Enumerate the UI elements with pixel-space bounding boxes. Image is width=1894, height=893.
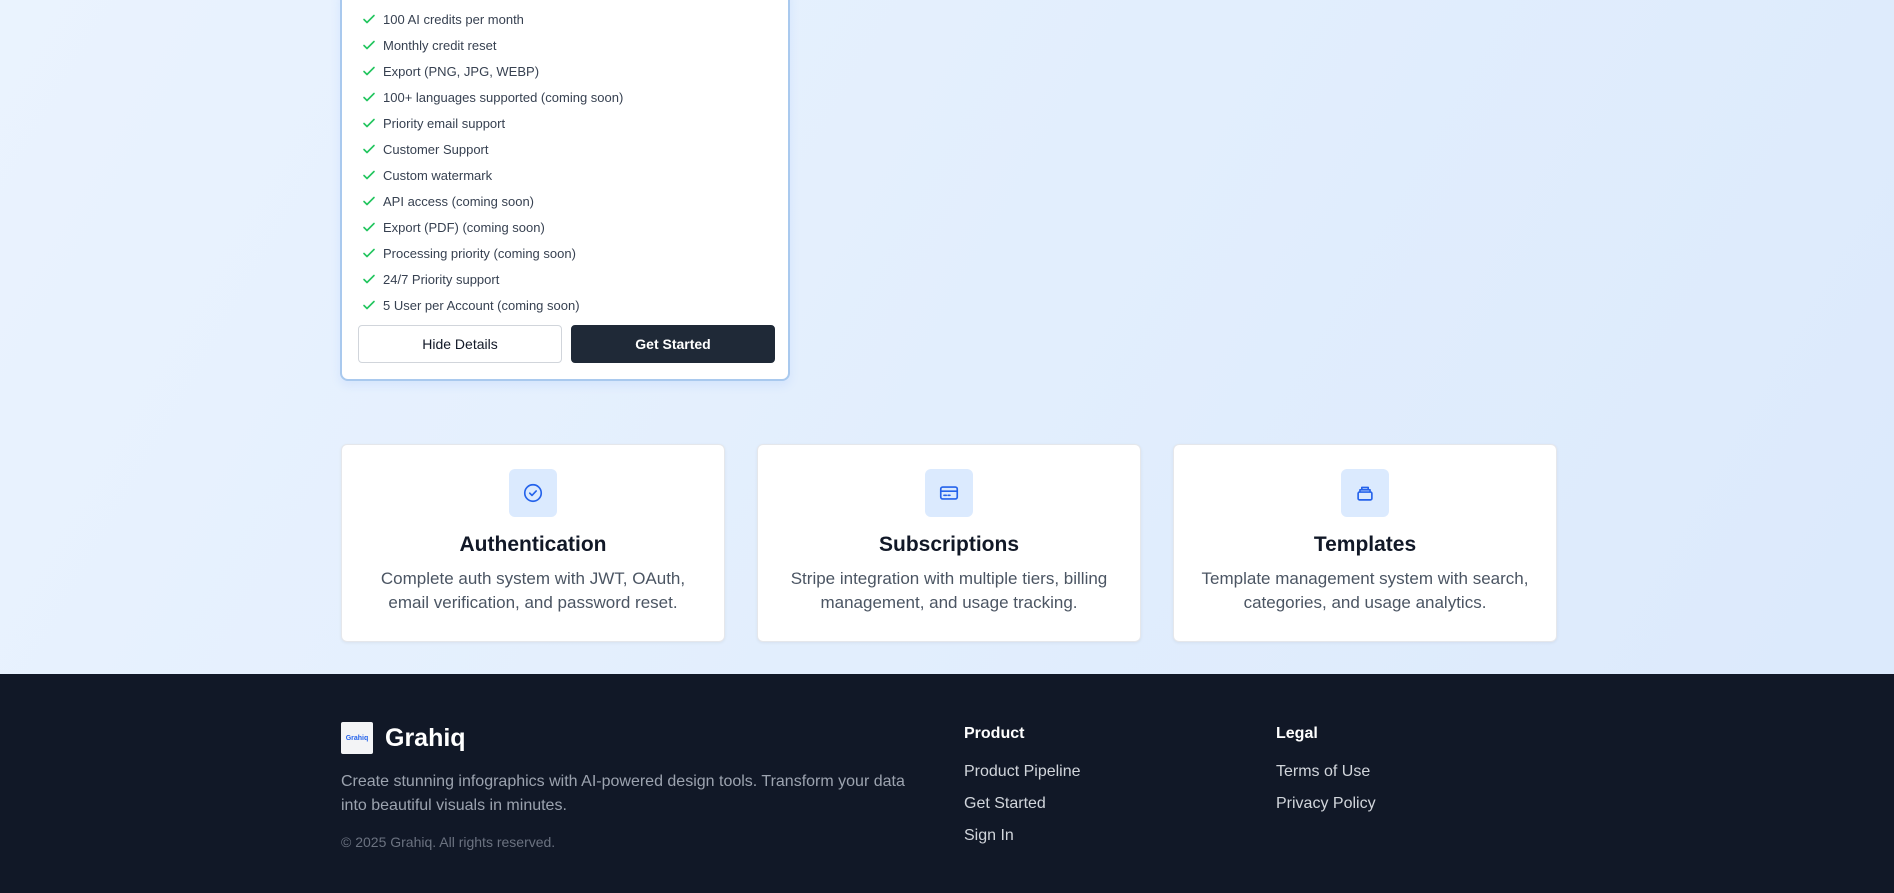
feature-text: Processing priority (coming soon) bbox=[383, 245, 576, 261]
footer-link-privacy-policy[interactable]: Privacy Policy bbox=[1276, 793, 1376, 825]
brand-description: Create stunning infographics with AI-pow… bbox=[341, 773, 905, 814]
feature-card-subscriptions: Subscriptions Stripe integration with mu… bbox=[757, 444, 1141, 642]
feature-item: 100 AI credits per month bbox=[361, 6, 623, 32]
check-icon bbox=[361, 63, 377, 79]
feature-text: 100 AI credits per month bbox=[383, 11, 524, 27]
check-icon bbox=[361, 245, 377, 261]
check-icon bbox=[361, 167, 377, 183]
feature-item: Export (PDF) (coming soon) bbox=[361, 214, 623, 240]
pricing-actions: Hide Details Get Started bbox=[358, 325, 775, 363]
card-title: Subscriptions bbox=[878, 533, 1020, 556]
footer-brand[interactable]: Grahiq Grahiq bbox=[341, 722, 466, 754]
brand-logo: Grahiq bbox=[341, 722, 373, 754]
feature-list: 100 AI credits per month Monthly credit … bbox=[361, 6, 623, 318]
card-description: Complete auth system with JWT, OAuth, em… bbox=[380, 569, 686, 612]
footer-heading-legal: Legal bbox=[1276, 725, 1318, 742]
card-title: Authentication bbox=[459, 533, 607, 556]
card-description: Template management system with search, … bbox=[1201, 569, 1529, 612]
feature-text: API access (coming soon) bbox=[383, 193, 535, 209]
card-title: Templates bbox=[1313, 533, 1417, 556]
check-icon bbox=[361, 271, 377, 287]
check-icon bbox=[361, 115, 377, 131]
feature-text: Monthly credit reset bbox=[383, 37, 497, 53]
footer-heading-product: Product bbox=[964, 725, 1025, 742]
check-icon bbox=[361, 297, 377, 313]
credit-card-icon bbox=[925, 469, 973, 517]
feature-text: 24/7 Priority support bbox=[383, 271, 500, 287]
footer-product-column: Product Product Pipeline Get Started Sig… bbox=[964, 725, 1081, 857]
feature-item: Custom watermark bbox=[361, 162, 623, 188]
feature-item: Processing priority (coming soon) bbox=[361, 240, 623, 266]
feature-text: Export (PDF) (coming soon) bbox=[383, 219, 545, 235]
feature-text: Priority email support bbox=[383, 115, 506, 131]
feature-item: 24/7 Priority support bbox=[361, 266, 623, 292]
footer-link-sign-in[interactable]: Sign In bbox=[964, 825, 1081, 857]
footer-link-terms-of-use[interactable]: Terms of Use bbox=[1276, 761, 1376, 793]
check-circle-icon bbox=[509, 469, 557, 517]
check-icon bbox=[361, 141, 377, 157]
feature-item: API access (coming soon) bbox=[361, 188, 623, 214]
hide-details-button[interactable]: Hide Details bbox=[358, 325, 562, 363]
feature-card-authentication: Authentication Complete auth system with… bbox=[341, 444, 725, 642]
footer-link-get-started[interactable]: Get Started bbox=[964, 793, 1081, 825]
feature-item: Priority email support bbox=[361, 110, 623, 136]
check-icon bbox=[361, 219, 377, 235]
footer-legal-column: Legal Terms of Use Privacy Policy bbox=[1276, 725, 1376, 825]
card-description: Stripe integration with multiple tiers, … bbox=[790, 569, 1108, 612]
feature-text: Export (PNG, JPG, WEBP) bbox=[383, 63, 540, 79]
feature-item: Customer Support bbox=[361, 136, 623, 162]
feature-text: Custom watermark bbox=[383, 167, 493, 183]
feature-card-templates: Templates Template management system wit… bbox=[1173, 444, 1557, 642]
feature-text: 5 User per Account (coming soon) bbox=[383, 297, 580, 313]
pricing-card: 100 AI credits per month Monthly credit … bbox=[340, 0, 790, 381]
check-icon bbox=[361, 11, 377, 27]
check-icon bbox=[361, 37, 377, 53]
feature-text: Customer Support bbox=[383, 141, 489, 157]
brand-name: Grahiq bbox=[385, 723, 466, 752]
get-started-button[interactable]: Get Started bbox=[571, 325, 775, 363]
feature-text: 100+ languages supported (coming soon) bbox=[383, 89, 624, 105]
check-icon bbox=[361, 193, 377, 209]
feature-item: Export (PNG, JPG, WEBP) bbox=[361, 58, 623, 84]
check-icon bbox=[361, 89, 377, 105]
layers-icon bbox=[1341, 469, 1389, 517]
footer: Grahiq Grahiq Create stunning infographi… bbox=[0, 674, 1894, 893]
footer-link-product-pipeline[interactable]: Product Pipeline bbox=[964, 761, 1081, 793]
feature-item: 5 User per Account (coming soon) bbox=[361, 292, 623, 318]
feature-item: 100+ languages supported (coming soon) bbox=[361, 84, 623, 110]
feature-item: Monthly credit reset bbox=[361, 32, 623, 58]
copyright: © 2025 Grahiq. All rights reserved. bbox=[341, 834, 556, 850]
